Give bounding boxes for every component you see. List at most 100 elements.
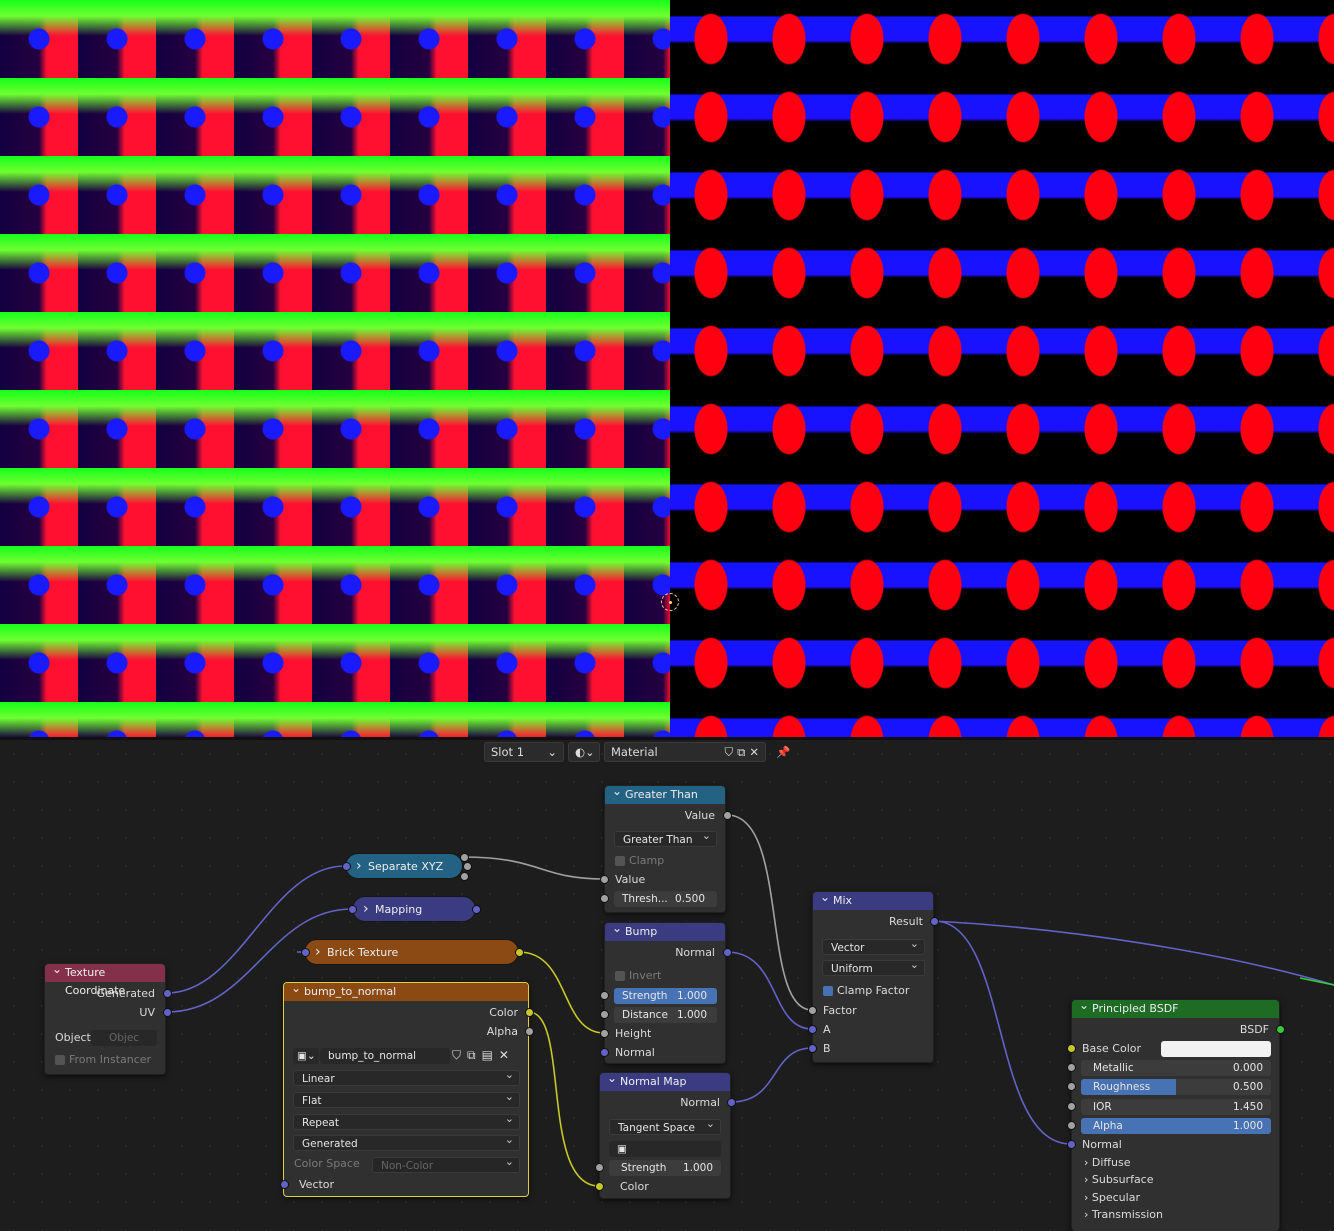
- interpolation-dropdown[interactable]: Linear: [293, 1067, 520, 1086]
- socket-image-alpha-out[interactable]: [525, 1027, 534, 1036]
- ior-field[interactable]: IOR 1.450: [1081, 1099, 1271, 1115]
- texture-coordinate-node[interactable]: Texture Coordinate Generated UV Object: …: [44, 960, 166, 1075]
- socket-mix-a-in[interactable]: [808, 1025, 817, 1034]
- viewport-right-render: [670, 0, 1334, 737]
- socket-generated-out[interactable]: [163, 989, 172, 998]
- panel-label: Transmission: [1091, 1208, 1163, 1221]
- threshold-field[interactable]: Thresh... 0.500: [614, 891, 717, 907]
- color-space-dropdown[interactable]: Non-Color: [372, 1154, 520, 1173]
- socket-separate-z-out[interactable]: [460, 872, 469, 881]
- node-title: bump_to_normal: [284, 979, 528, 1001]
- socket-mix-result-out[interactable]: [930, 917, 939, 926]
- bump-node[interactable]: Bump Normal Invert Strength 1.000 Distan…: [604, 919, 726, 1064]
- socket-bump-normal-out[interactable]: [723, 948, 732, 957]
- panel-specular[interactable]: › Specular: [1072, 1189, 1279, 1207]
- close-icon[interactable]: ✕: [749, 745, 759, 759]
- uv-map-field[interactable]: ▣: [609, 1141, 721, 1157]
- clamp-factor-label: Clamp Factor: [837, 984, 910, 997]
- separate-xyz-node[interactable]: Separate XYZ: [345, 853, 463, 879]
- operation-dropdown[interactable]: Greater Than: [614, 828, 717, 847]
- mapping-node[interactable]: Mapping: [352, 896, 476, 922]
- material-name-field[interactable]: Material ⛉ ⧉ ✕: [604, 742, 766, 762]
- socket-separate-xyz-in[interactable]: [342, 862, 351, 871]
- alpha-field[interactable]: Alpha 1.000: [1081, 1118, 1271, 1134]
- image-texture-node[interactable]: bump_to_normal Color Alpha ▣⌄ bump_to_no…: [283, 979, 529, 1197]
- projection-dropdown[interactable]: Flat: [293, 1089, 520, 1108]
- socket-bsdf-normal-in[interactable]: [1067, 1140, 1076, 1149]
- data-type-dropdown[interactable]: Vector: [822, 936, 925, 955]
- pin-icon[interactable]: 📌: [770, 742, 792, 762]
- object-picker-field[interactable]: Objec: [91, 1030, 157, 1046]
- strength-field[interactable]: Strength 1.000: [614, 988, 717, 1004]
- socket-greater-than-threshold-in[interactable]: [600, 894, 609, 903]
- socket-bump-height-in[interactable]: [600, 1029, 609, 1038]
- base-color-swatch[interactable]: [1161, 1041, 1271, 1057]
- metallic-field[interactable]: Metallic 0.000: [1081, 1060, 1271, 1076]
- socket-roughness-in[interactable]: [1067, 1082, 1076, 1091]
- material-browse-button[interactable]: ◐⌄: [568, 742, 600, 762]
- roughness-field[interactable]: Roughness 0.500: [1081, 1079, 1271, 1095]
- socket-metallic-in[interactable]: [1067, 1063, 1076, 1072]
- distance-field[interactable]: Distance 1.000: [614, 1007, 717, 1023]
- viewport-left-render: [0, 0, 670, 737]
- socket-mix-b-in[interactable]: [808, 1044, 817, 1053]
- socket-image-color-out[interactable]: [525, 1008, 534, 1017]
- source-dropdown[interactable]: Generated: [293, 1132, 520, 1151]
- socket-bump-distance-in[interactable]: [600, 1010, 609, 1019]
- render-viewport[interactable]: [0, 0, 1334, 737]
- node-title: Brick Texture: [327, 946, 399, 959]
- panel-subsurface[interactable]: › Subsurface: [1072, 1171, 1279, 1189]
- socket-uv-out[interactable]: [163, 1008, 172, 1017]
- socket-mapping-out[interactable]: [472, 905, 481, 914]
- image-name-field[interactable]: bump_to_normal: [320, 1048, 450, 1064]
- greater-than-node[interactable]: Greater Than Value Greater Than Clamp Va…: [604, 782, 726, 913]
- strength-field[interactable]: Strength 1.000: [609, 1160, 721, 1176]
- socket-mix-factor-in[interactable]: [808, 1006, 817, 1015]
- socket-greater-than-value-in[interactable]: [600, 875, 609, 884]
- factor-mode-dropdown[interactable]: Uniform: [822, 957, 925, 976]
- factor-input-label: Factor: [823, 1004, 857, 1017]
- node-title: Normal Map: [600, 1069, 730, 1091]
- value-input-label: Value: [615, 873, 646, 886]
- extension-dropdown[interactable]: Repeat: [293, 1111, 520, 1130]
- chevron-down-icon: ⌄: [547, 745, 557, 759]
- strength-label: Strength: [622, 990, 668, 1002]
- socket-brick-color-out[interactable]: [515, 948, 524, 957]
- principled-bsdf-node[interactable]: Principled BSDF BSDF Base Color Metallic…: [1071, 996, 1280, 1231]
- fake-user-shield-icon[interactable]: ⛉: [725, 745, 734, 760]
- space-dropdown[interactable]: Tangent Space: [609, 1116, 721, 1135]
- socket-separate-x-out[interactable]: [460, 853, 469, 862]
- material-header: Slot 1 ⌄ ◐⌄ Material ⛉ ⧉ ✕ 📌: [484, 742, 792, 762]
- alpha-output-label: Alpha: [486, 1025, 518, 1038]
- mix-node[interactable]: Mix Result Vector Uniform Clamp Factor F…: [812, 888, 934, 1063]
- node-title: Mix: [813, 888, 933, 910]
- socket-alpha-in[interactable]: [1067, 1121, 1076, 1130]
- socket-bump-strength-in[interactable]: [600, 991, 609, 1000]
- panel-transmission[interactable]: › Transmission: [1072, 1206, 1279, 1224]
- normal-map-node[interactable]: Normal Map Normal Tangent Space ▣ Streng…: [599, 1069, 731, 1199]
- slot-dropdown[interactable]: Slot 1 ⌄: [484, 742, 564, 762]
- socket-normalmap-normal-out[interactable]: [727, 1098, 736, 1107]
- socket-bump-normal-in[interactable]: [600, 1048, 609, 1057]
- uv-map-icon: ▣: [617, 1143, 627, 1155]
- 3d-cursor-icon[interactable]: [661, 593, 679, 611]
- socket-image-vector-in[interactable]: [280, 1180, 289, 1189]
- socket-ior-in[interactable]: [1067, 1102, 1076, 1111]
- image-browse-icon[interactable]: ▣⌄: [293, 1048, 319, 1064]
- normal-output-label: Normal: [675, 946, 715, 959]
- socket-normalmap-color-in[interactable]: [595, 1182, 604, 1191]
- socket-bsdf-out[interactable]: [1276, 1025, 1285, 1034]
- result-output-label: Result: [889, 915, 923, 928]
- socket-separate-y-out[interactable]: [463, 862, 472, 871]
- socket-base-color-in[interactable]: [1067, 1044, 1076, 1053]
- panel-diffuse[interactable]: › Diffuse: [1072, 1154, 1279, 1172]
- brick-texture-node[interactable]: Brick Texture: [304, 939, 519, 965]
- image-actions[interactable]: ⛉⧉▤✕: [452, 1048, 515, 1063]
- strength-value: 1.000: [676, 990, 707, 1002]
- socket-mapping-in[interactable]: [348, 905, 357, 914]
- socket-greater-than-value-out[interactable]: [723, 811, 732, 820]
- socket-brick-in[interactable]: [301, 948, 310, 957]
- duplicate-icon[interactable]: ⧉: [737, 745, 745, 760]
- vector-input-label: Vector: [299, 1178, 335, 1191]
- socket-normalmap-strength-in[interactable]: [595, 1163, 604, 1172]
